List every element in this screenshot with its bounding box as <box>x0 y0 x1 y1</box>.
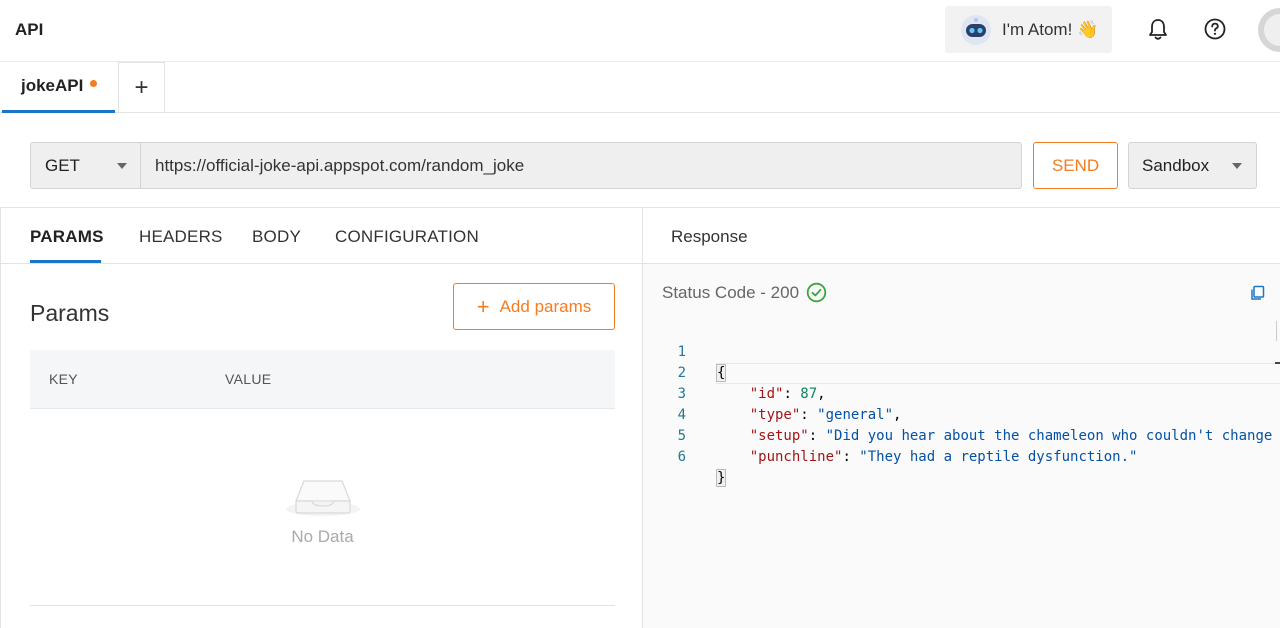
empty-inbox-icon <box>286 480 360 516</box>
help-icon[interactable] <box>1202 16 1228 42</box>
environment-select[interactable]: Sandbox <box>1128 142 1257 189</box>
code-line: 3 "type": "general", <box>643 363 1280 423</box>
code-line: 5 "punchline": "They had a reptile dysfu… <box>643 405 1280 465</box>
atom-label: I'm Atom! 👋 <box>1002 19 1099 39</box>
status-code: Status Code - 200 <box>662 282 827 303</box>
tab-body[interactable]: BODY <box>252 227 301 247</box>
response-code-editor[interactable]: 1 { 2 "id": 87, 3 "type": "general", 4 "… <box>643 321 1280 487</box>
tab-params[interactable]: PARAMS <box>30 227 104 247</box>
code-line: 4 "setup": "Did you hear about the chame… <box>643 384 1280 444</box>
chevron-down-icon <box>117 163 127 169</box>
close-brace: } <box>716 469 727 487</box>
method-value: GET <box>45 155 80 175</box>
url-input[interactable]: https://official-joke-api.appspot.com/ra… <box>140 142 1022 189</box>
response-tabbar: Response <box>643 208 1280 264</box>
bell-icon[interactable] <box>1145 16 1171 42</box>
app-header: API I'm Atom! 👋 <box>0 0 1280 62</box>
chevron-down-icon <box>1232 163 1242 169</box>
tab-headers[interactable]: HEADERS <box>139 227 223 247</box>
method-select[interactable]: GET <box>30 142 141 189</box>
column-key: KEY <box>49 371 78 387</box>
code-line: 6 } <box>643 426 1280 487</box>
tab-response[interactable]: Response <box>671 227 748 247</box>
request-bar: GET https://official-joke-api.appspot.co… <box>0 113 1280 208</box>
json-key: "punchline" <box>749 449 843 465</box>
add-params-label: Add params <box>499 296 592 316</box>
add-tab-button[interactable]: + <box>118 62 165 113</box>
add-params-button[interactable]: + Add params <box>453 283 615 330</box>
config-tabs: PARAMS HEADERS BODY CONFIGURATION <box>1 208 643 264</box>
params-empty-state: No Data <box>30 409 615 606</box>
params-title: Params <box>30 300 110 326</box>
column-value: VALUE <box>225 371 272 387</box>
send-button[interactable]: SEND <box>1033 142 1118 189</box>
status-text: Status Code - 200 <box>662 282 800 302</box>
tab-jokeapi[interactable]: jokeAPI <box>2 62 115 113</box>
json-value: "They had a reptile dysfunction." <box>859 449 1138 465</box>
tab-label: jokeAPI <box>21 76 84 95</box>
editor-scrollbar[interactable] <box>1276 321 1277 341</box>
robot-avatar-icon <box>961 14 991 45</box>
copy-icon[interactable] <box>1250 285 1266 301</box>
response-panel: Response Status Code - 200 1 { 2 "id": 8… <box>643 208 1280 628</box>
active-tab-indicator <box>30 260 101 263</box>
plus-icon: + <box>476 293 490 319</box>
environment-value: Sandbox <box>1142 155 1210 175</box>
check-circle-icon <box>806 282 827 303</box>
profile-avatar[interactable] <box>1258 8 1280 52</box>
unsaved-dot-icon <box>90 79 98 87</box>
params-table-header: KEY VALUE <box>30 350 615 409</box>
code-line: 2 "id": 87, <box>643 342 1280 402</box>
overview-ruler-mark <box>1275 362 1280 364</box>
request-config-panel: PARAMS HEADERS BODY CONFIGURATION Params… <box>0 208 643 628</box>
line-number: 6 <box>677 449 686 465</box>
request-tabbar: jokeAPI + <box>0 62 1280 113</box>
empty-text: No Data <box>291 527 354 546</box>
app-title: API <box>15 20 44 39</box>
atom-assistant-button[interactable]: I'm Atom! 👋 <box>945 6 1112 53</box>
code-line: 1 { <box>643 321 1280 382</box>
tab-configuration[interactable]: CONFIGURATION <box>335 227 479 247</box>
